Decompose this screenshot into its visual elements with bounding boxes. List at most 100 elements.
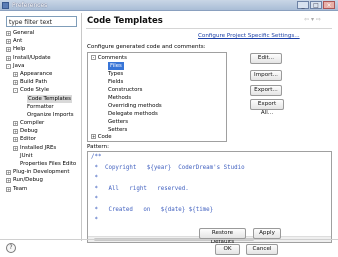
expand-icon[interactable]: + — [13, 80, 18, 86]
title-divider — [86, 28, 332, 29]
collapse-icon[interactable]: - — [6, 63, 11, 69]
template-item[interactable]: Methods — [108, 94, 131, 102]
page-navigation: ⇦ ▾ ⇨ — [304, 16, 321, 23]
tree-item[interactable]: + Install/Update — [6, 54, 78, 62]
template-item[interactable]: Getters — [108, 118, 128, 126]
pattern-line: /** — [91, 154, 102, 160]
configure-project-link[interactable]: Configure Project Specific Settings... — [198, 33, 300, 39]
page-title: Code Templates — [87, 16, 163, 26]
cancel-button[interactable]: Cancel — [246, 244, 278, 255]
tree-item-label: Plug-in Development — [13, 169, 70, 176]
preferences-tree: + General + Ant + Help + Install/Update - Java + Ap… — [6, 29, 78, 236]
tree-item-label: Formatter — [27, 103, 54, 110]
tree-item[interactable]: + Team — [6, 185, 78, 193]
tree-item-label: JUnit — [20, 152, 33, 159]
tree-item[interactable]: Properties Files Edito — [6, 160, 78, 168]
tree-item[interactable]: + Debug — [6, 127, 78, 135]
comments-node[interactable]: - Comments — [91, 54, 127, 62]
code-node[interactable]: + Code — [91, 133, 112, 141]
templates-description: Configure generated code and comments: — [87, 44, 206, 50]
tree-item[interactable]: + Plug-in Development — [6, 168, 78, 176]
tree-item-label: Debug — [20, 128, 38, 135]
close-button[interactable]: × — [323, 1, 335, 9]
edit-button[interactable]: Edit... — [250, 53, 282, 64]
import-button[interactable]: Import... — [250, 70, 282, 81]
tree-item[interactable]: + Editor — [6, 135, 78, 143]
maximize-button[interactable]: □ — [310, 1, 322, 9]
template-item[interactable]: Fields — [108, 78, 123, 86]
collapse-icon[interactable]: - — [91, 55, 96, 60]
tree-item[interactable]: + Help — [6, 45, 78, 53]
tree-item-label: Build Path — [20, 79, 48, 86]
pattern-line: * — [91, 217, 98, 223]
tree-item[interactable]: + Installed JREs — [6, 144, 78, 152]
restore-defaults-button[interactable]: Restore Defaults — [199, 228, 246, 245]
tree-item-label: Installed JREs — [20, 144, 57, 151]
expand-icon[interactable]: + — [6, 39, 11, 45]
pattern-label: Pattern: — [87, 144, 110, 150]
tree-item[interactable]: Code Templates — [6, 94, 78, 103]
template-item[interactable]: Overriding methods — [108, 102, 162, 110]
tree-item[interactable]: Organize Imports — [6, 111, 78, 119]
expand-icon[interactable]: + — [6, 55, 11, 61]
back-arrow-icon[interactable]: ⇦ — [304, 16, 309, 23]
expand-icon[interactable]: + — [6, 31, 11, 36]
app-icon — [2, 2, 9, 9]
tree-item-label: General — [13, 30, 35, 36]
expand-icon[interactable]: + — [13, 121, 18, 127]
tree-item-label: Editor — [20, 136, 36, 143]
tree-item-label: Run/Debug — [13, 177, 43, 184]
expand-icon[interactable]: + — [13, 137, 18, 143]
code-label: Code — [97, 134, 112, 140]
ok-button[interactable]: OK — [215, 244, 240, 255]
pattern-line: * Copyright ${year} CoderDream's Studio — [91, 164, 245, 171]
expand-icon[interactable]: + — [13, 145, 18, 151]
filter-input[interactable]: type filter text — [6, 16, 77, 27]
help-icon[interactable]: ? — [6, 243, 16, 253]
chevron-down-icon[interactable]: ▾ — [311, 16, 314, 23]
export-all-button[interactable]: Export All... — [250, 99, 284, 116]
tree-item-label: Compiler — [20, 120, 45, 127]
sash-divider[interactable] — [81, 13, 82, 241]
pattern-line: * All right reserved. — [91, 185, 189, 192]
tree-item[interactable]: Formatter — [6, 103, 78, 111]
tree-item[interactable]: + Compiler — [6, 119, 78, 127]
template-item[interactable]: Delegate methods — [108, 110, 158, 118]
tree-item[interactable]: JUnit — [6, 152, 78, 160]
forward-arrow-icon[interactable]: ⇨ — [316, 16, 321, 23]
template-item[interactable]: Types — [108, 70, 123, 78]
export-button[interactable]: Export... — [250, 85, 282, 96]
templates-tree: - Comments Files Types Fields Constructors M… — [87, 52, 227, 142]
tree-item[interactable]: + Ant — [6, 37, 78, 45]
window-titlebar: Preferences _ □ × — [0, 0, 338, 11]
expand-icon[interactable]: + — [13, 129, 18, 135]
pattern-line: * Created on ${date} ${time} — [91, 206, 214, 213]
tree-item[interactable]: - Code Style — [6, 86, 78, 94]
tree-item-label: Ant — [13, 38, 23, 45]
minimize-button[interactable]: _ — [297, 1, 309, 9]
tree-item-label: Code Templates — [27, 94, 72, 103]
tree-item[interactable]: + General — [6, 29, 78, 37]
tree-item-label: Code Style — [20, 87, 50, 94]
expand-icon[interactable]: + — [6, 170, 11, 176]
tree-item[interactable]: + Build Path — [6, 78, 78, 86]
apply-button[interactable]: Apply — [253, 228, 281, 239]
expand-icon[interactable]: + — [13, 71, 18, 77]
tree-item[interactable]: + Run/Debug — [6, 176, 78, 184]
tree-item-label: Java — [13, 62, 25, 69]
tree-item[interactable]: + Appearance — [6, 70, 78, 78]
expand-icon[interactable]: + — [6, 178, 11, 184]
expand-icon[interactable]: + — [6, 186, 11, 192]
tree-item-label: Appearance — [20, 70, 53, 77]
tree-item-label: Install/Update — [13, 54, 51, 61]
expand-icon[interactable]: + — [6, 47, 11, 53]
pattern-line: * — [91, 196, 98, 202]
template-item[interactable]: Files — [108, 62, 124, 70]
expand-icon[interactable]: + — [91, 134, 96, 139]
template-item[interactable]: Constructors — [108, 86, 142, 94]
collapse-icon[interactable]: - — [13, 88, 18, 94]
tree-item-label: Team — [13, 185, 28, 192]
tree-item[interactable]: - Java — [6, 62, 78, 70]
window-title: Preferences — [12, 2, 48, 9]
pattern-line: * — [91, 175, 98, 181]
